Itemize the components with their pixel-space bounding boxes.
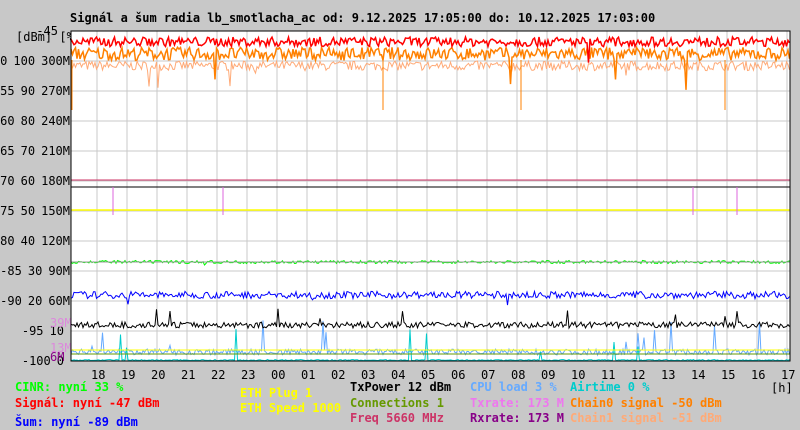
legend-airtime: Airtime 0 % xyxy=(570,380,650,394)
legend-rxrate: Rxrate: 173 M xyxy=(470,411,564,425)
legend-signal: Signál: nyní -47 dBm xyxy=(15,396,160,410)
legend-connections: Connections 1 xyxy=(350,396,444,410)
legend-chain1: Chain1 signal -51 dBm xyxy=(570,411,722,425)
legend-eth-plug: ETH Plug 1 xyxy=(240,386,313,400)
legend-cpu: CPU load 3 % xyxy=(470,380,557,394)
legend-eth-speed: ETH Speed 1000 xyxy=(240,401,342,415)
legend-cinr: CINR: nyní 33 % xyxy=(15,380,124,394)
legend-txrate: Txrate: 173 M xyxy=(470,396,564,410)
chart-plot xyxy=(70,30,791,362)
plot-background xyxy=(71,31,790,361)
legend-freq: Freq 5660 MHz xyxy=(350,411,444,425)
legend-txpower: TxPower 12 dBm xyxy=(350,380,452,394)
legend-noise: Šum: nyní -89 dBm xyxy=(15,415,138,429)
legend-chain0: Chain0 signal -50 dBm xyxy=(570,396,722,410)
